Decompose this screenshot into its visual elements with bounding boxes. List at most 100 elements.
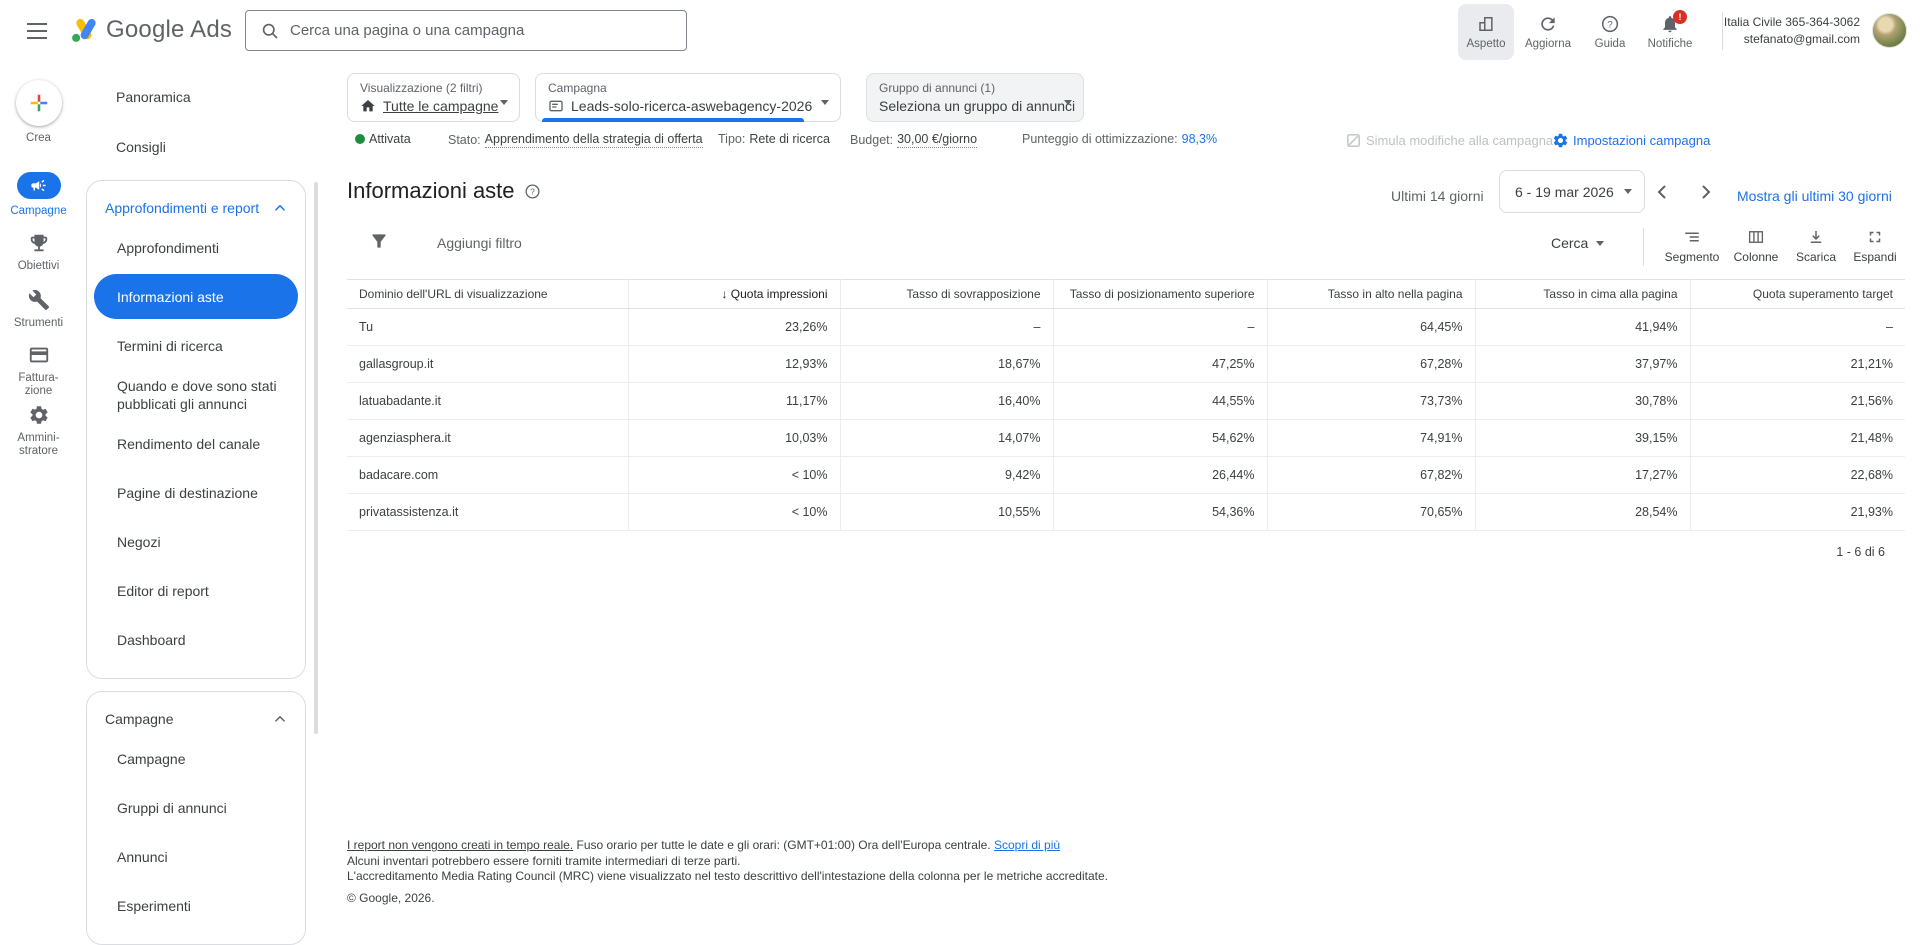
view-filter-chip[interactable]: Visualizzazione (2 filtri) Tutte le camp… (347, 73, 520, 122)
nav-item-approfondimenti[interactable]: Approfondimenti (87, 223, 305, 272)
cell-outranking-share: – (1690, 309, 1905, 346)
chevron-down-icon (500, 100, 508, 105)
nav-scrollbar[interactable] (314, 182, 318, 734)
nav-item-informazioni-aste[interactable]: Informazioni aste (94, 274, 298, 319)
trophy-icon (28, 232, 50, 254)
status-state[interactable]: Attivata (355, 132, 411, 146)
chevron-up-icon (271, 710, 289, 728)
nav-item-annunci[interactable]: Annunci (87, 832, 305, 881)
sort-desc-icon: ↓ (721, 287, 730, 301)
nav-item-panoramica[interactable]: Panoramica (77, 72, 320, 122)
account-info[interactable]: Italia Civile 365-364-3062 stefanato@gma… (1700, 14, 1860, 48)
gear-icon (28, 404, 50, 426)
prev-range-button[interactable] (1650, 179, 1676, 205)
download-button[interactable]: Scarica (1785, 228, 1847, 264)
nav-item-quando-e-dove-sono-stati-pubblicati-gli-annunci[interactable]: Quando e dove sono stati pubblicati gli … (87, 370, 305, 419)
date-range-label: Ultimi 14 giorni (1391, 188, 1484, 204)
adgroup-filter-chip[interactable]: Gruppo di annunci (1) Seleziona un grupp… (866, 73, 1084, 122)
segment-button[interactable]: Segmento (1661, 228, 1723, 264)
chevron-up-icon (271, 199, 289, 217)
nav-item-consigli[interactable]: Consigli (77, 122, 320, 172)
cell-overlap-rate: – (840, 309, 1053, 346)
cell-impression-share: 23,26% (628, 309, 840, 346)
nav-item-pagine-di-destinazione[interactable]: Pagine di destinazione (87, 468, 305, 517)
cell-domain: privatassistenza.it (347, 494, 628, 531)
global-search[interactable] (245, 10, 687, 51)
next-range-button[interactable] (1694, 179, 1720, 205)
status-dot-icon (355, 134, 365, 144)
rail-item-amministratore[interactable]: Ammini- stratore (0, 404, 77, 458)
refresh-button[interactable]: Aggiorna (1520, 4, 1576, 60)
nav-item-termini-di-ricerca[interactable]: Termini di ricerca (87, 321, 305, 370)
cell-overlap-rate: 14,07% (840, 420, 1053, 457)
column-header-top-of-page-rate[interactable]: Tasso in alto nella pagina (1267, 280, 1475, 309)
campaign-settings-button[interactable]: Impostazioni campagna (1552, 132, 1710, 149)
rail-item-obiettivi[interactable]: Obiettivi (0, 232, 77, 273)
cell-position-above-rate: – (1053, 309, 1267, 346)
rail-item-fatturazione[interactable]: Fattura- zione (0, 344, 77, 398)
column-header-position-above-rate[interactable]: Tasso di posizionamento superiore (1053, 280, 1267, 309)
table-row: agenziasphera.it 10,03% 14,07% 54,62% 74… (347, 420, 1905, 457)
table-search-button[interactable]: Cerca (1551, 235, 1604, 251)
auction-table-body: Tu 23,26% – – 64,45% 41,94% – gallasgrou… (347, 309, 1905, 531)
search-icon (260, 21, 280, 41)
column-header-overlap-rate[interactable]: Tasso di sovrapposizione (840, 280, 1053, 309)
help-circle-icon[interactable]: ? (524, 183, 541, 200)
report-realtime-link[interactable]: I report non vengono creati in tempo rea… (347, 838, 573, 852)
wrench-icon (28, 289, 50, 311)
nav-item-editor-di-report[interactable]: Editor di report (87, 566, 305, 615)
nav-item-campagne[interactable]: Campagne (87, 734, 305, 783)
nav-item-rendimento-del-canale[interactable]: Rendimento del canale (87, 419, 305, 468)
status-stato: Stato: Apprendimento della strategia di … (448, 132, 703, 148)
nav-section-campagne: Campagne CampagneGruppi di annunciAnnunc… (86, 691, 306, 945)
column-header-outranking-share[interactable]: Quota superamento target (1690, 280, 1905, 309)
refresh-icon (1538, 14, 1558, 34)
account-email: stefanato@gmail.com (1700, 31, 1860, 48)
column-header-impression-share[interactable]: ↓ Quota impressioni (628, 280, 840, 309)
nav-section-header[interactable]: Campagne (87, 700, 305, 734)
rail-item-crea[interactable]: Crea (0, 80, 77, 145)
columns-button[interactable]: Colonne (1725, 228, 1787, 264)
gear-icon (1552, 132, 1569, 149)
cell-top-of-page-rate: 67,82% (1267, 457, 1475, 494)
expand-button[interactable]: Espandi (1844, 228, 1906, 264)
notifications-button[interactable]: ! Notifiche (1640, 4, 1700, 60)
add-filter-button[interactable]: Aggiungi filtro (437, 235, 522, 251)
cell-outranking-share: 21,21% (1690, 346, 1905, 383)
date-range-picker[interactable]: 6 - 19 mar 2026 (1499, 170, 1645, 213)
rail-item-campagne[interactable]: Campagne (0, 172, 77, 218)
pagination-label: 1 - 6 di 6 (1836, 545, 1885, 559)
home-icon (360, 98, 376, 114)
cell-abs-top-of-page-rate: 30,78% (1475, 383, 1690, 420)
avatar[interactable] (1872, 13, 1907, 48)
learn-more-link[interactable]: Scopri di più (994, 838, 1060, 852)
cell-domain: badacare.com (347, 457, 628, 494)
nav-section-header[interactable]: Approfondimenti e report (87, 189, 305, 223)
column-header-domain[interactable]: Dominio dell'URL di visualizzazione (347, 280, 628, 309)
chevron-down-icon (1624, 189, 1632, 194)
footer-line-3: L'accreditamento Media Rating Council (M… (347, 869, 1108, 885)
menu-icon[interactable] (24, 20, 50, 42)
search-input[interactable] (290, 22, 672, 39)
expand-icon (1866, 228, 1884, 246)
filter-funnel-icon[interactable] (369, 231, 389, 251)
cell-position-above-rate: 26,44% (1053, 457, 1267, 494)
appearance-icon (1476, 14, 1496, 34)
campaign-filter-chip[interactable]: Campagna Leads-solo-ricerca-aswebagency-… (535, 73, 841, 122)
show-last-30-days-link[interactable]: Mostra gli ultimi 30 giorni (1737, 188, 1892, 204)
nav-item-negozi[interactable]: Negozi (87, 517, 305, 566)
cell-abs-top-of-page-rate: 41,94% (1475, 309, 1690, 346)
nav-item-dashboard[interactable]: Dashboard (87, 615, 305, 664)
appearance-button[interactable]: Aspetto (1458, 4, 1514, 60)
nav-item-gruppi-di-annunci[interactable]: Gruppi di annunci (87, 783, 305, 832)
help-button[interactable]: ? Guida (1582, 4, 1638, 60)
simulate-changes-button: Simula modifiche alla campagna (1345, 132, 1553, 149)
nav-item-esperimenti[interactable]: Esperimenti (87, 881, 305, 930)
google-ads-logo-icon (68, 14, 100, 46)
cell-domain: latuabadante.it (347, 383, 628, 420)
cell-abs-top-of-page-rate: 39,15% (1475, 420, 1690, 457)
cell-impression-share: 12,93% (628, 346, 840, 383)
svg-text:?: ? (530, 187, 535, 196)
rail-item-strumenti[interactable]: Strumenti (0, 289, 77, 330)
column-header-abs-top-of-page-rate[interactable]: Tasso in cima alla pagina (1475, 280, 1690, 309)
